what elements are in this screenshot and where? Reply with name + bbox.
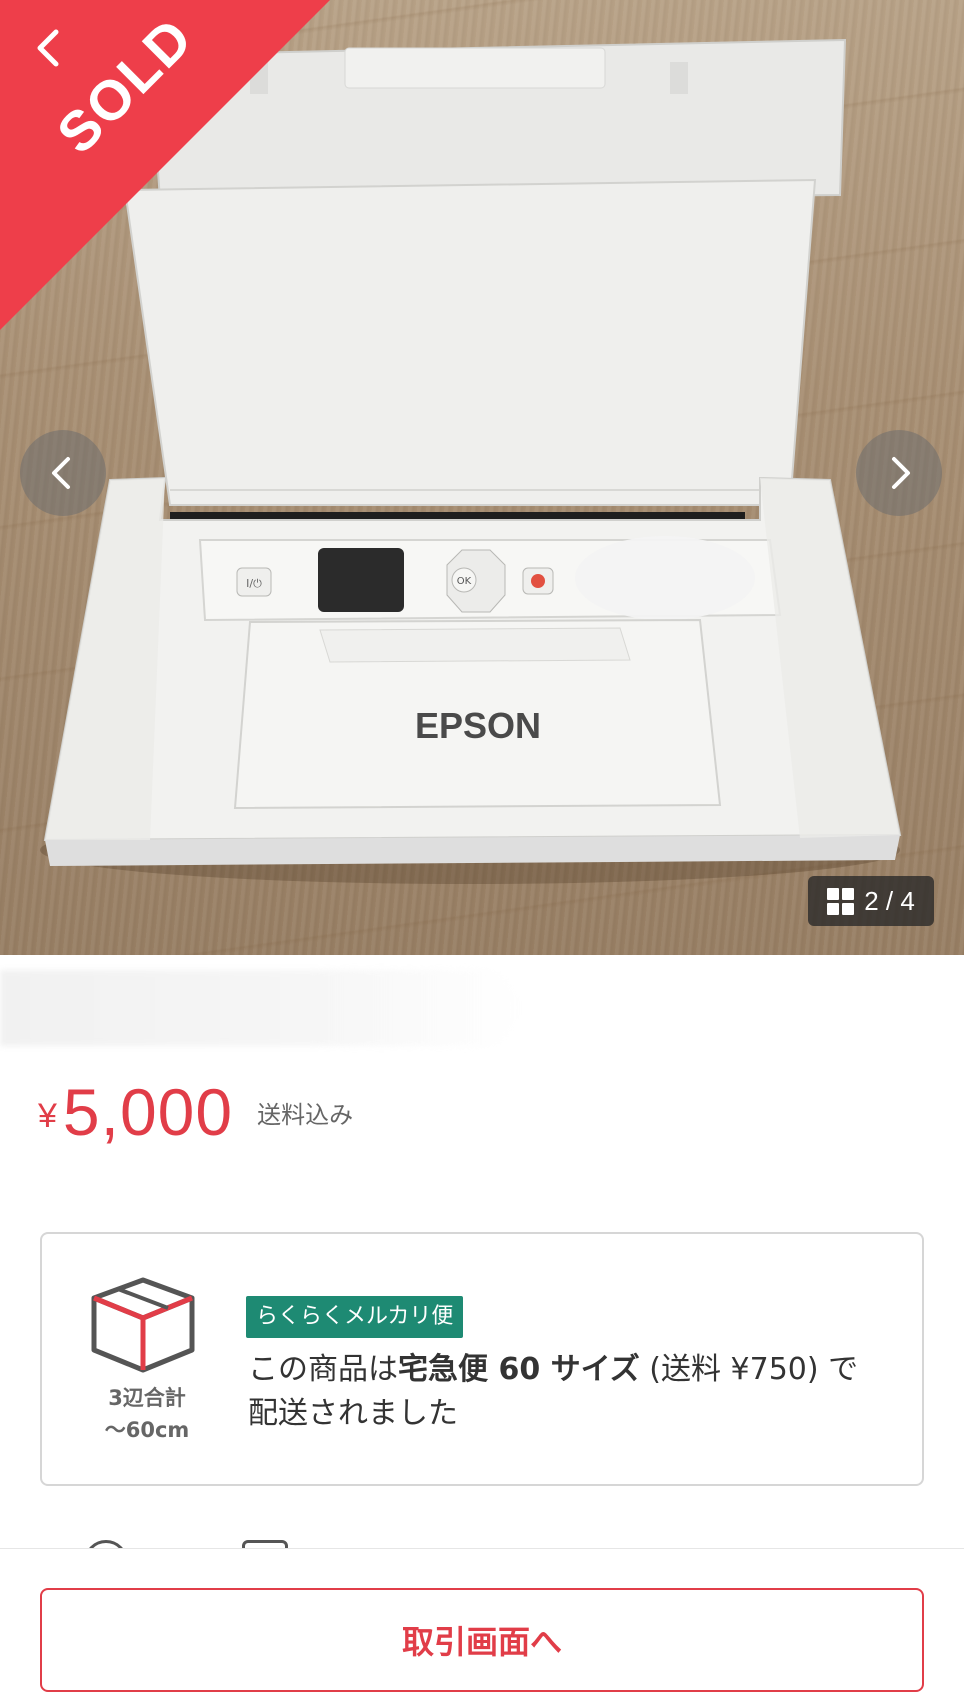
- price-row: ¥ 5,000 送料込み: [38, 1072, 353, 1152]
- shipping-method-badge: らくらくメルカリ便: [246, 1296, 464, 1338]
- package-size-line2: ～60cm: [104, 1418, 190, 1442]
- grid-icon: [827, 887, 855, 915]
- trade-screen-button[interactable]: 取引画面へ: [40, 1588, 924, 1692]
- shipping-description: この商品は宅急便 60 サイズ (送料 ¥750) で 配送されました: [248, 1348, 888, 1436]
- product-title-blurred: [0, 970, 520, 1046]
- chevron-left-icon: [52, 457, 70, 489]
- box-icon: [91, 1277, 195, 1373]
- price-amount: 5,000: [62, 1075, 234, 1149]
- shipping-desc-suffix: 配送されました: [248, 1396, 458, 1431]
- package-size-line1: 3辺合計: [108, 1386, 186, 1410]
- chevron-left-icon: [37, 29, 59, 67]
- shipping-size-bold: 宅急便 60 サイズ: [398, 1352, 640, 1387]
- image-counter-label: 2 / 4: [864, 885, 915, 916]
- shipping-fee: (送料 ¥750) で: [639, 1352, 859, 1387]
- shipping-card: 3辺合計 ～60cm らくらくメルカリ便 この商品は宅急便 60 サイズ (送料…: [40, 1232, 924, 1486]
- currency-symbol: ¥: [38, 1097, 57, 1135]
- next-image-button[interactable]: [856, 430, 942, 516]
- svg-text:I/⏻: I/⏻: [246, 577, 262, 590]
- svg-text:OK: OK: [457, 576, 472, 587]
- shipping-included-label: 送料込み: [257, 1101, 354, 1129]
- prev-image-button[interactable]: [20, 430, 106, 516]
- chevron-right-icon: [892, 457, 910, 489]
- brand-logo: EPSON: [415, 705, 541, 746]
- shipping-desc-prefix: この商品は: [248, 1352, 398, 1387]
- back-button[interactable]: [22, 18, 82, 78]
- package-size-caption: 3辺合計 ～60cm: [82, 1382, 212, 1446]
- image-counter-button[interactable]: 2 / 4: [808, 876, 934, 926]
- product-photo[interactable]: I/⏻ OK EPSON SOLD 2 / 4: [0, 0, 964, 955]
